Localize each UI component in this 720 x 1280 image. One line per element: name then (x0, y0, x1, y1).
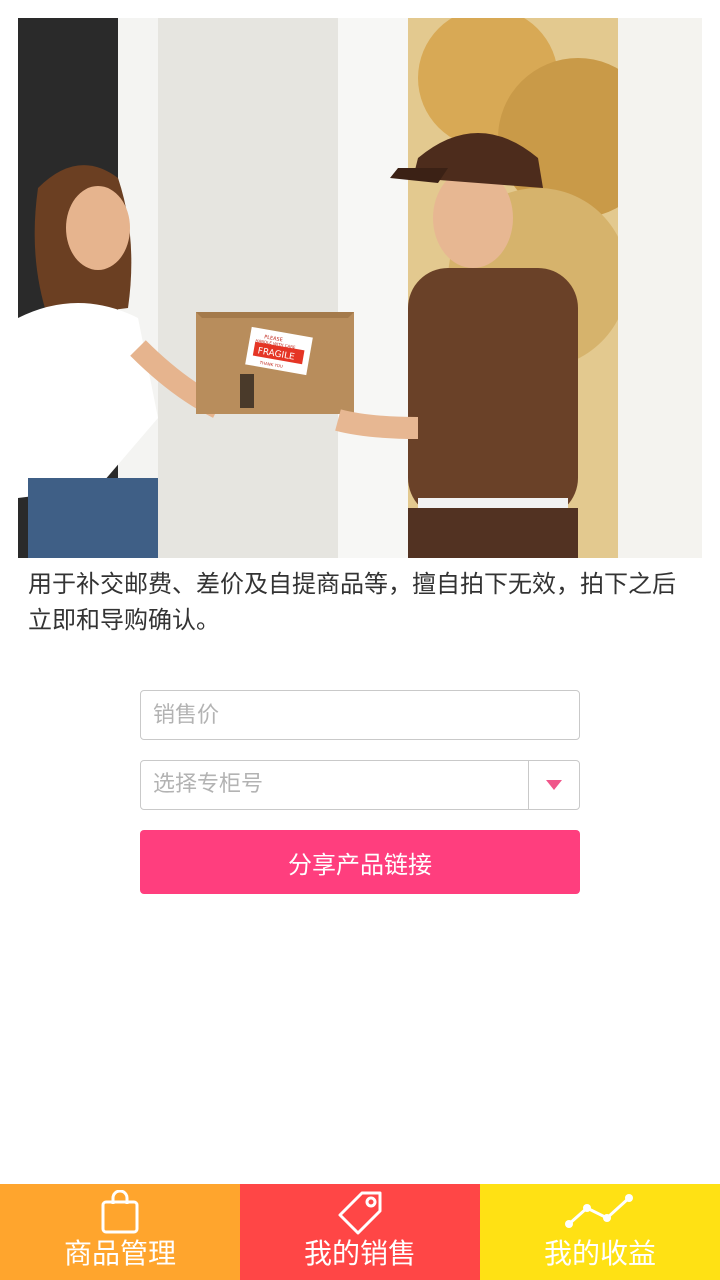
description-text: 用于补交邮费、差价及自提商品等，擅自拍下无效，拍下之后立即和导购确认。 (28, 570, 676, 634)
share-link-button[interactable]: 分享产品链接 (140, 830, 580, 894)
counter-select[interactable]: 选择专柜号 (140, 760, 580, 810)
hero-image: PLEASE HANDLE WITH CARE FRAGILE THANK YO… (18, 18, 702, 558)
counter-select-placeholder: 选择专柜号 (153, 772, 264, 797)
shopping-bag-icon (101, 1190, 139, 1234)
price-field[interactable] (140, 690, 580, 740)
tab-product-management[interactable]: 商品管理 (0, 1184, 240, 1280)
tab-my-sales[interactable]: 我的销售 (240, 1184, 480, 1280)
bottom-tab-bar: 商品管理 我的销售 我的收益 (0, 1184, 720, 1280)
chevron-down-icon (546, 780, 562, 790)
price-tag-icon (338, 1191, 382, 1235)
tab-label: 我的收益 (543, 1237, 656, 1270)
trend-line-icon (565, 1194, 633, 1228)
tab-my-earnings[interactable]: 我的收益 (480, 1184, 720, 1280)
dropdown-toggle[interactable] (528, 761, 579, 809)
tab-label: 我的销售 (303, 1237, 416, 1270)
price-input[interactable] (141, 691, 579, 739)
tab-label: 商品管理 (63, 1237, 176, 1270)
